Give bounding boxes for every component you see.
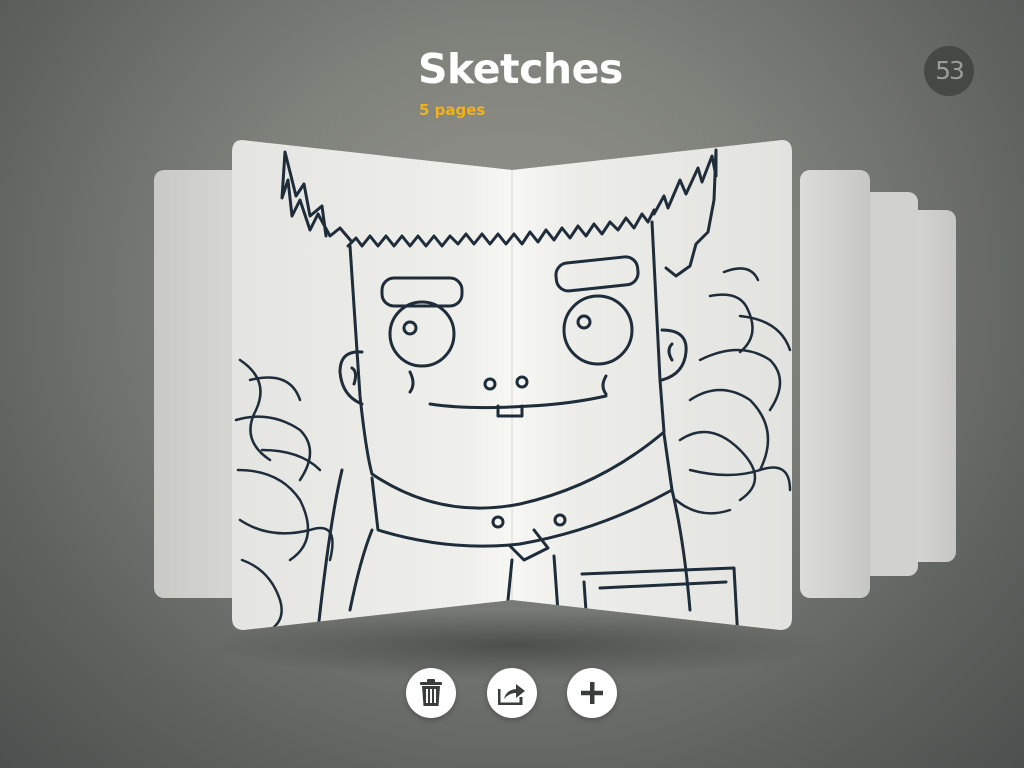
share-icon (498, 684, 525, 705)
plus-icon (581, 682, 603, 704)
delete-button[interactable] (406, 668, 456, 718)
open-spread[interactable] (232, 140, 792, 640)
add-page-button[interactable] (567, 668, 617, 718)
left-page (232, 140, 512, 630)
page-count: 5 pages (419, 101, 486, 119)
journal-title[interactable]: Sketches (418, 44, 623, 94)
share-button[interactable] (487, 668, 537, 718)
journal-book[interactable] (0, 0, 1024, 768)
trash-icon (420, 679, 442, 706)
stacked-pages-right (800, 170, 956, 598)
app-logo[interactable]: 53 (924, 46, 974, 96)
